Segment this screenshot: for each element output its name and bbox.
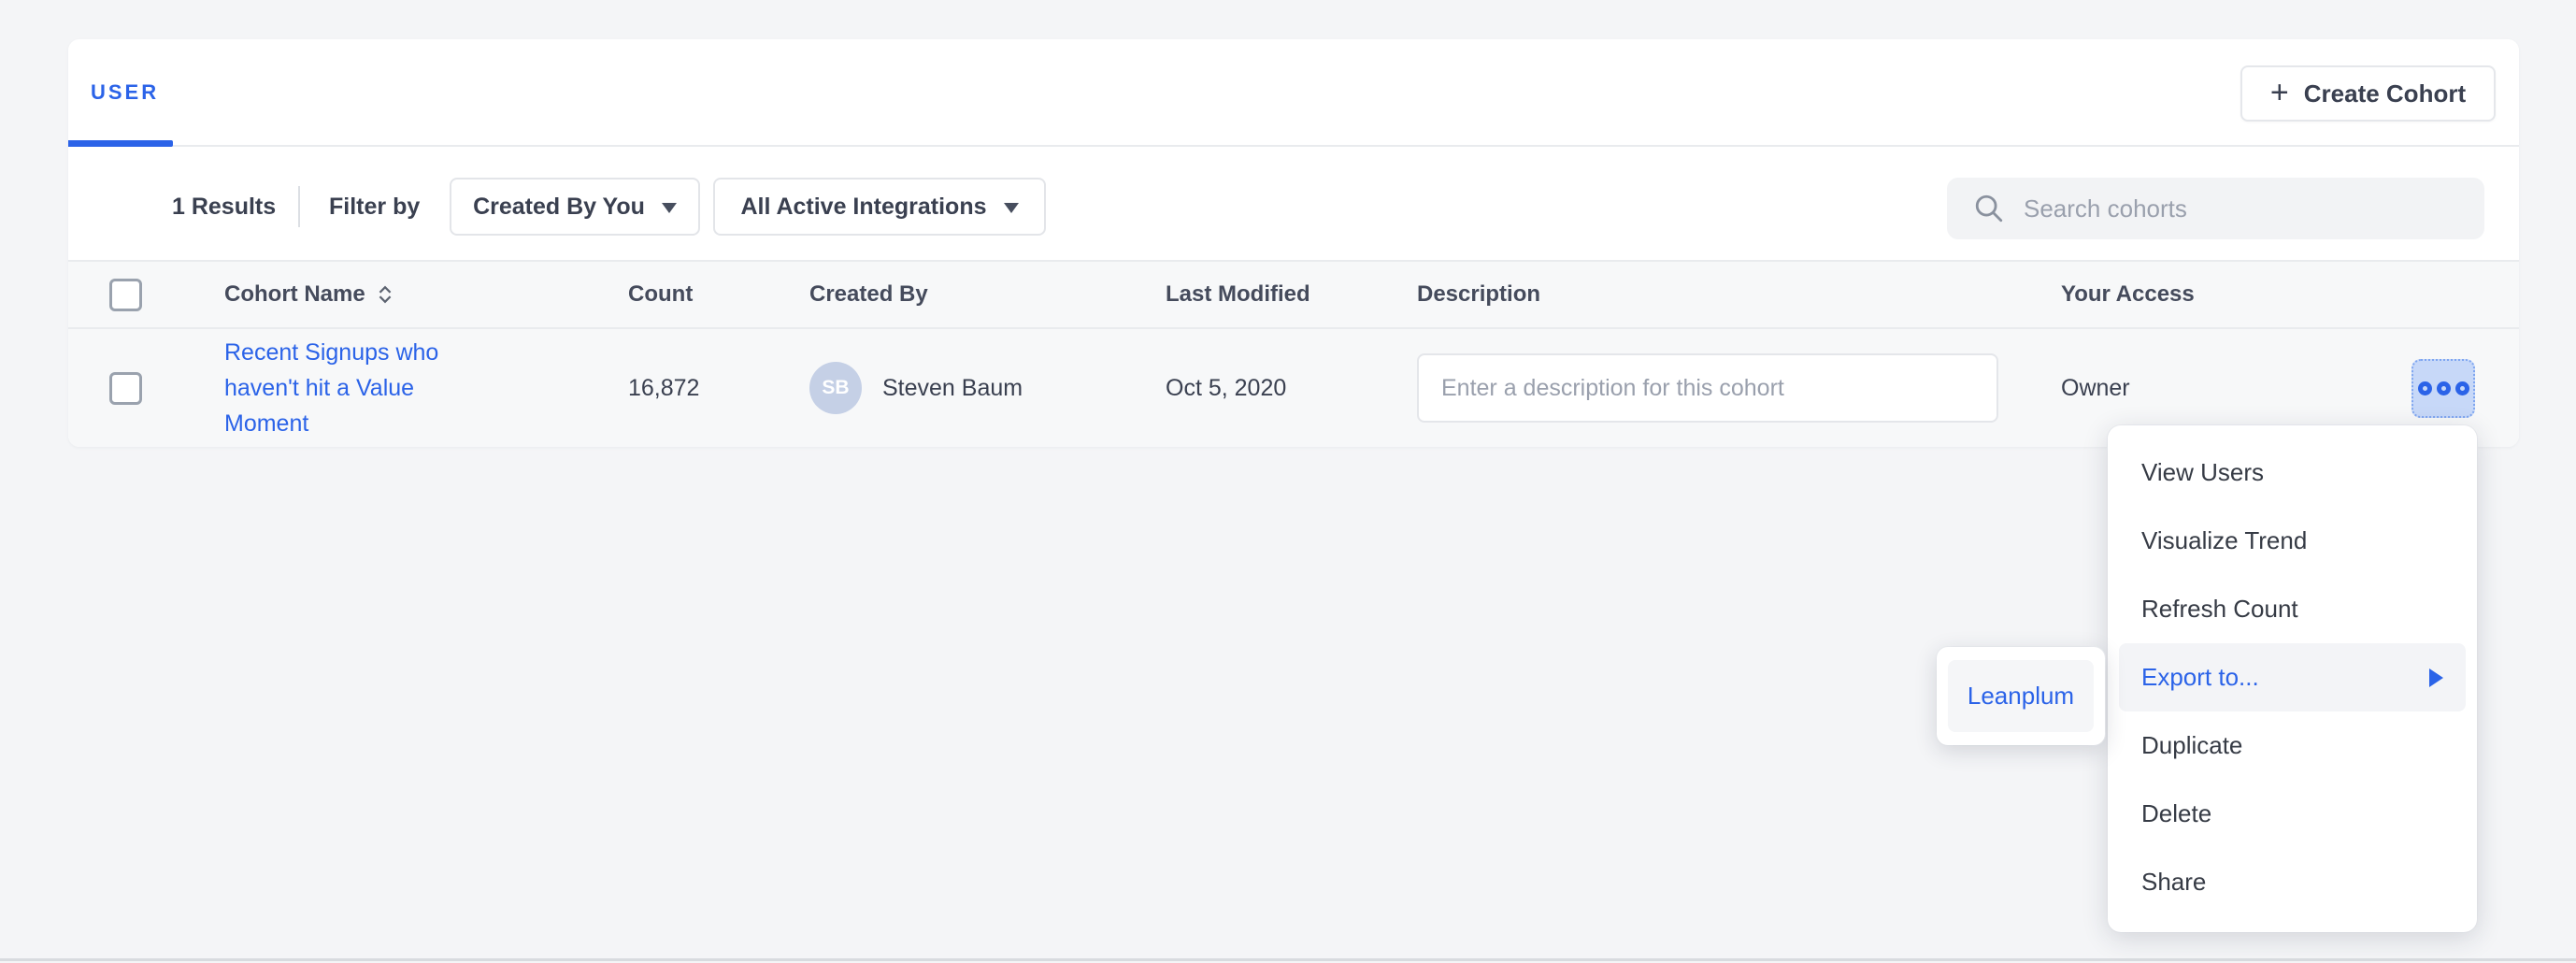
- header-last-modified: Last Modified: [1166, 262, 1310, 327]
- row-actions-menu: View Users Visualize Trend Refresh Count…: [2108, 425, 2477, 932]
- sort-icon[interactable]: [377, 285, 394, 304]
- select-all-checkbox[interactable]: [109, 279, 142, 311]
- created-by-cell: SB Steven Baum: [809, 329, 1023, 447]
- last-modified-date: Oct 5, 2020: [1166, 329, 1286, 447]
- create-cohort-label: Create Cohort: [2304, 79, 2466, 108]
- created-by-dropdown[interactable]: Created By You: [450, 178, 700, 236]
- header-cohort-name[interactable]: Cohort Name: [224, 262, 394, 327]
- row-checkbox[interactable]: [109, 372, 142, 405]
- tab-active-underline: [68, 140, 173, 147]
- header-your-access: Your Access: [2061, 262, 2195, 327]
- more-icon: [2418, 381, 2432, 395]
- menu-item-share[interactable]: Share: [2119, 848, 2466, 916]
- header-created-by: Created By: [809, 262, 928, 327]
- search-input[interactable]: [2024, 194, 2454, 223]
- more-icon: [2455, 381, 2469, 395]
- integrations-dropdown[interactable]: All Active Integrations: [713, 178, 1046, 236]
- menu-item-export-label: Export to...: [2141, 663, 2259, 692]
- more-icon: [2437, 381, 2451, 395]
- header-count: Count: [628, 262, 693, 327]
- menu-item-delete[interactable]: Delete: [2119, 780, 2466, 848]
- plus-icon: +: [2270, 77, 2289, 108]
- create-cohort-button[interactable]: + Create Cohort: [2240, 65, 2496, 122]
- search-cohorts-box: [1947, 178, 2484, 239]
- results-count: 1 Results: [172, 149, 276, 265]
- caret-down-icon: [1004, 203, 1019, 213]
- table-header-row: Cohort Name Count Created By Last Modifi…: [68, 260, 2519, 329]
- submenu-item-leanplum[interactable]: Leanplum: [1948, 660, 2094, 732]
- vertical-divider: [298, 186, 300, 227]
- menu-item-export-to[interactable]: Export to...: [2119, 643, 2466, 711]
- cohorts-panel: USER + Create Cohort 1 Results Filter by…: [68, 39, 2519, 447]
- avatar: SB: [809, 362, 862, 414]
- more-actions-button[interactable]: [2411, 359, 2475, 418]
- tab-user[interactable]: USER: [91, 80, 159, 105]
- search-icon: [1973, 193, 2005, 224]
- cohort-name-link[interactable]: Recent Signups who haven't hit a Value M…: [224, 335, 460, 441]
- menu-item-duplicate[interactable]: Duplicate: [2119, 711, 2466, 780]
- submenu-arrow-icon: [2429, 668, 2443, 687]
- menu-item-refresh-count[interactable]: Refresh Count: [2119, 575, 2466, 643]
- tab-bar: USER + Create Cohort: [68, 39, 2519, 147]
- created-by-dropdown-label: Created By You: [473, 194, 645, 221]
- description-input[interactable]: [1417, 353, 1998, 423]
- created-by-name: Steven Baum: [882, 375, 1023, 402]
- cohort-count: 16,872: [628, 329, 699, 447]
- menu-item-visualize-trend[interactable]: Visualize Trend: [2119, 507, 2466, 575]
- caret-down-icon: [662, 203, 677, 213]
- filter-by-label: Filter by: [329, 149, 420, 265]
- bottom-divider: [0, 958, 2576, 961]
- menu-item-view-users[interactable]: View Users: [2119, 438, 2466, 507]
- export-submenu: Leanplum: [1937, 647, 2105, 745]
- header-description: Description: [1417, 262, 1540, 327]
- integrations-dropdown-label: All Active Integrations: [740, 194, 986, 221]
